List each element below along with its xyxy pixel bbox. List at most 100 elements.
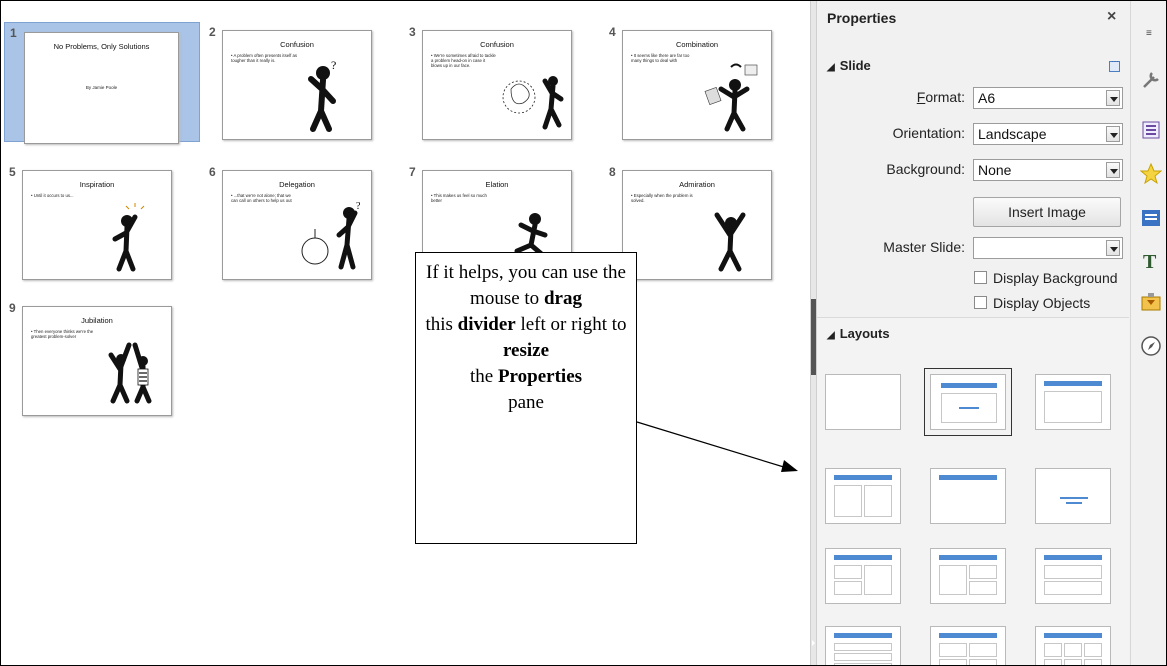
slide-title: No Problems, Only Solutions [53, 42, 150, 51]
layout-title-only[interactable] [930, 468, 1006, 524]
layout-placeholder [834, 555, 892, 560]
insert-image-button[interactable]: Insert Image [973, 197, 1121, 227]
slide-thumbnail-4[interactable]: 4 Combination • It seems like there are fa… [604, 22, 800, 142]
layout-placeholder [939, 659, 967, 665]
properties-icon[interactable] [1140, 69, 1162, 91]
layout-placeholder [834, 643, 892, 651]
close-icon[interactable]: × [1107, 8, 1116, 26]
more-options-icon[interactable] [1109, 57, 1120, 72]
layout-centered-text[interactable] [1035, 468, 1111, 524]
slide-transition-icon[interactable] [1140, 291, 1162, 313]
layout-title-content-two-columns[interactable] [825, 548, 901, 604]
checkbox-icon[interactable] [974, 271, 987, 284]
slide-thumbnail-1[interactable]: 1 No Problems, Only Solutions By Jamie Poo… [4, 22, 200, 144]
chevron-down-icon[interactable] [1106, 162, 1120, 178]
svg-text:T: T [1143, 251, 1157, 271]
format-dropdown[interactable]: A6 [973, 87, 1123, 109]
layout-placeholder [939, 555, 997, 560]
fontwork-icon[interactable]: T [1140, 249, 1162, 271]
master-slide-dropdown[interactable] [973, 237, 1123, 259]
layout-title-six-boxes[interactable] [1035, 626, 1111, 665]
slide-preview[interactable]: Confusion • We're sometimes afraid to tac… [422, 30, 572, 140]
slide-preview[interactable]: Combination • It seems like there are far… [622, 30, 772, 140]
slide-title: Jubilation [81, 316, 113, 325]
display-objects-label: Display Objects [993, 295, 1091, 311]
compass-icon[interactable] [1140, 335, 1162, 357]
slide-thumbnail-6[interactable]: 6 Delegation • ...that we're not alone; th… [204, 162, 400, 282]
layout-title-content-four-rows[interactable] [825, 626, 901, 665]
navigator-icon[interactable] [1140, 207, 1162, 229]
chevron-down-icon[interactable] [1106, 126, 1120, 142]
layout-blank[interactable] [825, 374, 901, 430]
slide-preview[interactable]: Inspiration • Until it occurs to us... [22, 170, 172, 280]
layout-placeholder [939, 565, 967, 595]
layout-placeholder [834, 485, 862, 517]
layout-placeholder [939, 633, 997, 638]
callout-emphasis: resize [502, 340, 550, 361]
callout-text: left or right to [520, 314, 627, 335]
slide-preview[interactable]: No Problems, Only Solutions By Jamie Pool… [24, 32, 179, 144]
sidebar-menu-icon[interactable]: ≡ [1146, 28, 1152, 39]
high-five-men-icon [108, 342, 152, 404]
slide-thumbnail-5[interactable]: 5 Inspiration • Until it occurs to us... [4, 162, 200, 282]
callout-text: pane [508, 392, 544, 413]
slide-number: 4 [609, 25, 616, 39]
svg-text:?: ? [331, 59, 336, 72]
chevron-down-icon[interactable] [1106, 240, 1120, 256]
slide-bullet: • This makes us feel so much better [431, 193, 487, 203]
cheering-man-icon [714, 212, 746, 272]
layout-title-content-box[interactable] [1035, 374, 1111, 430]
background-dropdown[interactable]: None [973, 159, 1123, 181]
layout-title-content[interactable] [924, 368, 1012, 436]
slide-number: 2 [209, 25, 216, 39]
slide-preview[interactable]: Jubilation • Then everyone thinks we're t… [22, 306, 172, 416]
styles-icon[interactable] [1140, 119, 1162, 141]
question-man-icon: ? [308, 59, 336, 132]
slide-preview[interactable]: Admiration • Especially when the problem … [622, 170, 772, 280]
layout-placeholder [1044, 581, 1102, 595]
gallery-icon[interactable] [1140, 163, 1162, 185]
checkbox-icon[interactable] [974, 296, 987, 309]
slide-title: Elation [485, 180, 509, 189]
slide-number: 3 [409, 25, 416, 39]
background-label: Background: [886, 161, 965, 177]
properties-panel: Properties × ◢ Slide Format: A6 Orientati… [817, 1, 1131, 665]
slide-thumbnail-2[interactable]: 2 Confusion • A problem often presents its… [204, 22, 400, 142]
layout-placeholder [941, 383, 997, 388]
slide-bullet: • ...that we're not alone; that we can c… [231, 193, 292, 203]
slide-number: 6 [209, 165, 216, 179]
slide-preview[interactable]: Delegation • ...that we're not alone; tha… [222, 170, 372, 280]
layout-title-two-content[interactable] [825, 468, 901, 524]
layout-placeholder [1044, 633, 1102, 638]
layouts-section-header[interactable]: ◢ Layouts [827, 326, 890, 341]
expand-arrow-icon [812, 640, 815, 646]
slide-bullet: • It seems like there are far too many t… [631, 53, 690, 63]
orientation-label: Orientation: [892, 125, 965, 141]
layouts-section-label: Layouts [839, 326, 890, 341]
slide-sorter[interactable]: 1 No Problems, Only Solutions By Jamie Poo… [2, 2, 810, 665]
application-window: 1 No Problems, Only Solutions By Jamie Poo… [0, 0, 1167, 666]
pane-divider[interactable] [810, 1, 817, 665]
layout-placeholder [969, 659, 997, 665]
divider-collapse-handle[interactable] [811, 299, 816, 646]
layout-placeholder [1064, 659, 1082, 665]
display-objects-checkbox[interactable]: Display Objects [974, 295, 1090, 311]
layout-title-two-content-split-right[interactable] [1035, 548, 1111, 604]
slide-thumbnail-3[interactable]: 3 Confusion • We're sometimes afraid to ta… [404, 22, 600, 142]
layout-placeholder [1060, 497, 1088, 499]
layout-title-two-content-split[interactable] [930, 548, 1006, 604]
layout-placeholder [1044, 555, 1102, 560]
orientation-dropdown[interactable]: Landscape [973, 123, 1123, 145]
slide-preview[interactable]: Confusion • A problem often presents itse… [222, 30, 372, 140]
callout-emphasis: drag [543, 288, 582, 309]
display-background-checkbox[interactable]: Display Background [974, 270, 1118, 286]
layout-title-four-boxes[interactable] [930, 626, 1006, 665]
layout-placeholder [834, 633, 892, 638]
collapse-triangle-icon: ◢ [827, 62, 835, 73]
layout-placeholder [939, 643, 967, 657]
display-background-label: Display Background [993, 270, 1118, 286]
explosion-man-icon [502, 76, 564, 130]
chevron-down-icon[interactable] [1106, 90, 1120, 106]
slide-section-header[interactable]: ◢ Slide [827, 58, 871, 73]
slide-thumbnail-9[interactable]: 9 Jubilation • Then everyone thinks we're … [4, 298, 200, 418]
